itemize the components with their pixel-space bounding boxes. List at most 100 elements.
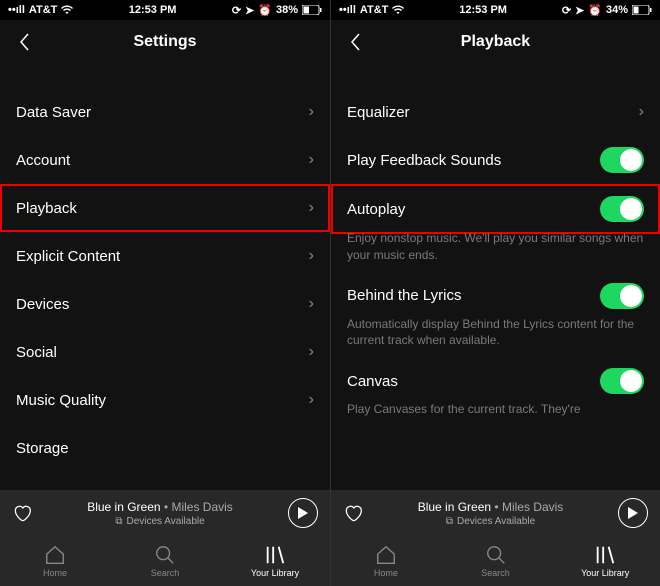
page-title: Settings xyxy=(0,33,330,51)
chevron-right-icon: › xyxy=(309,151,314,169)
now-playing-info: Blue in Green • Miles Davis ⧉Devices Ava… xyxy=(373,500,608,527)
play-button[interactable] xyxy=(618,498,648,528)
track-artist: Miles Davis xyxy=(502,500,563,514)
clock: 12:53 PM xyxy=(73,4,231,16)
row-play-feedback-sounds: Play Feedback Sounds xyxy=(347,136,644,184)
toggle-play-feedback-sounds[interactable] xyxy=(600,147,644,173)
header: Settings xyxy=(0,20,330,64)
settings-screen: ••ıll AT&T 12:53 PM ⟳ ➤ ⏰ 38% Settings D… xyxy=(0,0,330,586)
autoplay-description: Enjoy nonstop music. We'll play you simi… xyxy=(347,230,644,264)
lock-icon: ⟳ xyxy=(232,4,241,17)
home-icon xyxy=(44,544,66,566)
page-title: Playback xyxy=(331,33,660,51)
play-button[interactable] xyxy=(288,498,318,528)
devices-icon: ⧉ xyxy=(446,516,453,527)
search-icon xyxy=(154,544,176,566)
track-title: Blue in Green xyxy=(418,500,491,514)
canvas-description: Play Canvases for the current track. The… xyxy=(347,401,644,418)
battery-icon xyxy=(632,5,652,15)
location-icon: ➤ xyxy=(245,4,254,17)
row-storage[interactable]: Storage xyxy=(16,424,314,472)
row-explicit-content[interactable]: Explicit Content › xyxy=(16,232,314,280)
library-icon xyxy=(594,544,616,566)
now-playing-bar[interactable]: Blue in Green • Miles Davis ⧉Devices Ava… xyxy=(331,490,660,536)
tab-your-library[interactable]: Your Library xyxy=(550,536,660,586)
carrier-label: AT&T xyxy=(360,4,389,16)
row-playback[interactable]: Playback › xyxy=(0,184,330,232)
row-label: Devices xyxy=(16,296,69,313)
row-label: Account xyxy=(16,152,70,169)
devices-label: Devices Available xyxy=(126,516,204,527)
tab-search[interactable]: Search xyxy=(441,536,551,586)
row-label: Equalizer xyxy=(347,104,410,121)
wifi-icon xyxy=(61,5,73,15)
row-label: Music Quality xyxy=(16,392,106,409)
row-behind-the-lyrics: Behind the Lyrics xyxy=(347,272,644,320)
row-data-saver[interactable]: Data Saver › xyxy=(16,88,314,136)
row-social[interactable]: Social › xyxy=(16,328,314,376)
toggle-autoplay[interactable] xyxy=(600,196,644,222)
tab-home[interactable]: Home xyxy=(331,536,441,586)
chevron-right-icon: › xyxy=(309,199,314,217)
row-label: Playback xyxy=(16,200,77,217)
chevron-right-icon: › xyxy=(639,103,644,121)
chevron-right-icon: › xyxy=(309,343,314,361)
tab-label: Your Library xyxy=(581,568,629,578)
track-artist: Miles Davis xyxy=(171,500,232,514)
row-canvas: Canvas xyxy=(347,357,644,405)
status-bar: ••ıll AT&T 12:53 PM ⟳ ➤ ⏰ 34% xyxy=(331,0,660,20)
heart-icon[interactable] xyxy=(12,503,32,523)
row-devices[interactable]: Devices › xyxy=(16,280,314,328)
track-title: Blue in Green xyxy=(87,500,160,514)
heart-icon[interactable] xyxy=(343,503,363,523)
row-label: Behind the Lyrics xyxy=(347,287,462,304)
location-icon: ➤ xyxy=(575,4,584,17)
toggle-canvas[interactable] xyxy=(600,368,644,394)
chevron-right-icon: › xyxy=(309,103,314,121)
alarm-icon: ⏰ xyxy=(588,4,602,17)
row-music-quality[interactable]: Music Quality › xyxy=(16,376,314,424)
home-icon xyxy=(375,544,397,566)
now-playing-bar[interactable]: Blue in Green • Miles Davis ⧉Devices Ava… xyxy=(0,490,330,536)
battery-percent: 34% xyxy=(606,4,628,16)
clock: 12:53 PM xyxy=(404,4,561,16)
signal-icon: ••ıll xyxy=(339,4,356,16)
back-button[interactable] xyxy=(12,30,36,54)
lock-icon: ⟳ xyxy=(562,4,571,17)
row-equalizer[interactable]: Equalizer › xyxy=(347,88,644,136)
tab-home[interactable]: Home xyxy=(0,536,110,586)
devices-icon: ⧉ xyxy=(115,516,122,527)
row-label: Play Feedback Sounds xyxy=(347,152,501,169)
tab-your-library[interactable]: Your Library xyxy=(220,536,330,586)
tab-label: Search xyxy=(481,568,510,578)
wifi-icon xyxy=(392,5,404,15)
playback-screen: ••ıll AT&T 12:53 PM ⟳ ➤ ⏰ 34% Playback E… xyxy=(330,0,660,586)
tab-label: Home xyxy=(374,568,398,578)
playback-list[interactable]: Equalizer › Play Feedback Sounds Autopla… xyxy=(331,64,660,490)
tab-label: Your Library xyxy=(251,568,299,578)
header: Playback xyxy=(331,20,660,64)
back-button[interactable] xyxy=(343,30,367,54)
tab-label: Home xyxy=(43,568,67,578)
tab-bar: Home Search Your Library xyxy=(331,536,660,586)
row-account[interactable]: Account › xyxy=(16,136,314,184)
row-label: Data Saver xyxy=(16,104,91,121)
tab-label: Search xyxy=(151,568,180,578)
alarm-icon: ⏰ xyxy=(258,4,272,17)
library-icon xyxy=(264,544,286,566)
tab-bar: Home Search Your Library xyxy=(0,536,330,586)
behind-the-lyrics-description: Automatically display Behind the Lyrics … xyxy=(347,316,644,350)
row-label: Explicit Content xyxy=(16,248,120,265)
chevron-right-icon: › xyxy=(309,295,314,313)
row-label: Autoplay xyxy=(347,201,405,218)
signal-icon: ••ıll xyxy=(8,4,25,16)
row-autoplay: Autoplay xyxy=(331,184,660,234)
chevron-right-icon: › xyxy=(309,247,314,265)
row-label: Storage xyxy=(16,440,69,457)
toggle-behind-the-lyrics[interactable] xyxy=(600,283,644,309)
carrier-label: AT&T xyxy=(29,4,58,16)
battery-percent: 38% xyxy=(276,4,298,16)
settings-list[interactable]: Data Saver › Account › Playback › Explic… xyxy=(0,64,330,490)
tab-search[interactable]: Search xyxy=(110,536,220,586)
now-playing-info: Blue in Green • Miles Davis ⧉Devices Ava… xyxy=(42,500,278,527)
